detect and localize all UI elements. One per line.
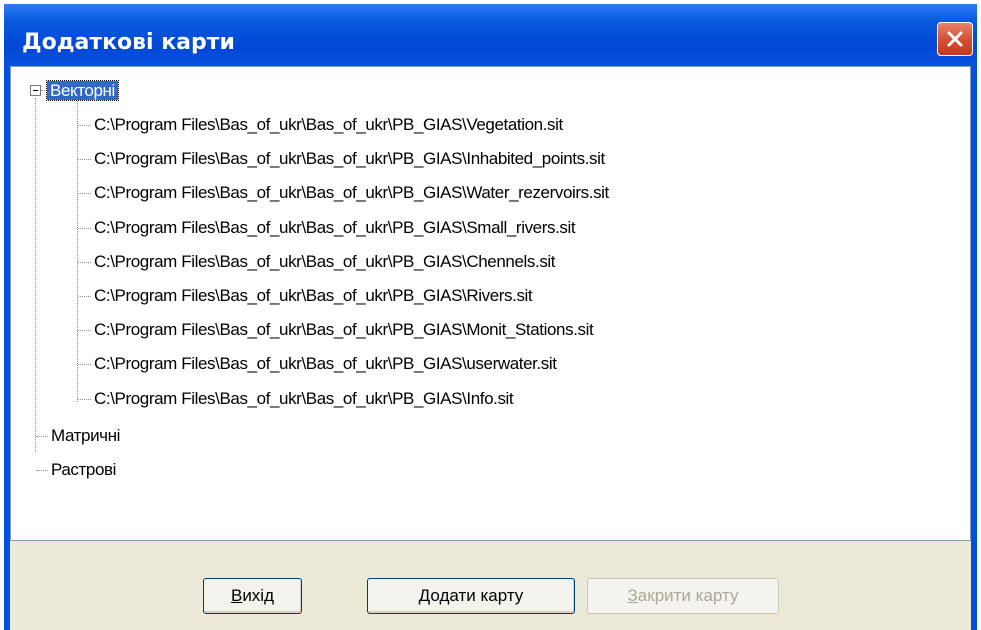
minus-box-icon[interactable] xyxy=(30,85,41,96)
tree-line xyxy=(78,261,91,263)
tree-node-vector[interactable]: Векторні xyxy=(46,76,119,106)
exit-button[interactable]: Вихід xyxy=(203,578,302,614)
tree-line xyxy=(78,125,91,126)
tree-leaf-label: C:\Program Files\Bas_of_ukr\Bas_of_ukr\P… xyxy=(94,115,563,134)
title-bar[interactable]: Додаткові карти xyxy=(4,4,977,66)
close-button[interactable] xyxy=(937,22,973,56)
tree-line xyxy=(36,436,48,437)
tree-leaf-label: C:\Program Files\Bas_of_ukr\Bas_of_ukr\P… xyxy=(94,388,514,408)
tree-leaf-label: C:\Program Files\Bas_of_ukr\Bas_of_ukr\P… xyxy=(94,183,609,203)
tree-line xyxy=(78,398,91,400)
button-bar: Вихід Додати карту Закрити карту xyxy=(10,541,971,630)
tree-leaf-file[interactable]: C:\Program Files\Bas_of_ukr\Bas_of_ukr\P… xyxy=(94,315,594,345)
tree-leaf-file[interactable]: C:\Program Files\Bas_of_ukr\Bas_of_ukr\P… xyxy=(94,110,563,140)
tree-leaf-file[interactable]: C:\Program Files\Bas_of_ukr\Bas_of_ukr\P… xyxy=(94,144,605,174)
tree-line xyxy=(78,227,91,229)
dialog-client: Векторні C:\Program Files\Bas_of_ukr\Bas… xyxy=(10,66,971,630)
close-x-icon xyxy=(947,31,963,47)
close-map-button[interactable]: Закрити карту xyxy=(587,578,779,614)
tree-line xyxy=(78,364,91,366)
tree-line xyxy=(78,296,91,297)
tree-line xyxy=(77,99,78,402)
tree-leaf-label: C:\Program Files\Bas_of_ukr\Bas_of_ukr\P… xyxy=(94,286,533,305)
tree-leaf-label: C:\Program Files\Bas_of_ukr\Bas_of_ukr\P… xyxy=(94,354,557,374)
tree-leaf-label: C:\Program Files\Bas_of_ukr\Bas_of_ukr\P… xyxy=(94,217,576,237)
add-map-button[interactable]: Додати карту xyxy=(367,578,575,614)
map-tree[interactable]: Векторні C:\Program Files\Bas_of_ukr\Bas… xyxy=(10,66,971,541)
tree-node-label: Матричні xyxy=(51,426,120,445)
tree-leaf-file[interactable]: C:\Program Files\Bas_of_ukr\Bas_of_ukr\P… xyxy=(94,349,557,379)
tree-leaf-label: C:\Program Files\Bas_of_ukr\Bas_of_ukr\P… xyxy=(94,149,605,169)
tree-leaf-file[interactable]: C:\Program Files\Bas_of_ukr\Bas_of_ukr\P… xyxy=(94,213,576,243)
tree-leaf-label: C:\Program Files\Bas_of_ukr\Bas_of_ukr\P… xyxy=(94,251,556,271)
tree-line xyxy=(78,159,91,161)
tree-leaf-file[interactable]: C:\Program Files\Bas_of_ukr\Bas_of_ukr\P… xyxy=(94,281,533,311)
tree-line xyxy=(36,470,48,471)
tree-leaf-file[interactable]: C:\Program Files\Bas_of_ukr\Bas_of_ukr\P… xyxy=(94,178,609,208)
tree-node-matrix[interactable]: Матричні xyxy=(51,421,120,451)
tree-line xyxy=(78,330,91,332)
tree-node-raster[interactable]: Растрові xyxy=(51,455,116,485)
tree-leaf-file[interactable]: C:\Program Files\Bas_of_ukr\Bas_of_ukr\P… xyxy=(94,247,556,277)
tree-leaf-label: C:\Program Files\Bas_of_ukr\Bas_of_ukr\P… xyxy=(94,320,594,340)
dialog-window: Додаткові карти Векторні C:\Program File… xyxy=(4,4,977,630)
tree-line xyxy=(41,90,45,91)
tree-node-label: Векторні xyxy=(46,80,119,101)
tree-leaf-file[interactable]: C:\Program Files\Bas_of_ukr\Bas_of_ukr\P… xyxy=(94,384,514,414)
tree-line xyxy=(35,98,36,452)
tree-line xyxy=(78,193,91,195)
tree-node-label: Растрові xyxy=(51,460,117,479)
